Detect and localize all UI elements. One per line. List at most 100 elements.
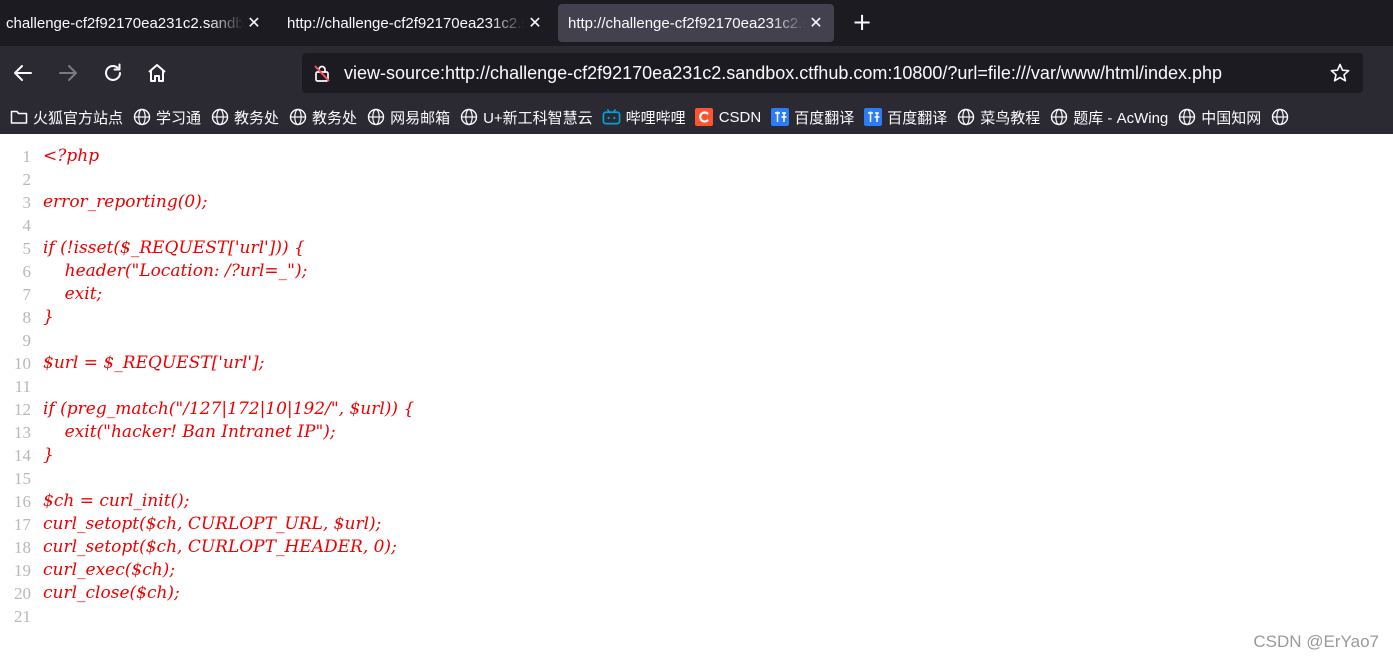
line-number: 1	[22, 147, 32, 166]
line-number: 8	[22, 308, 32, 327]
bookmark-label: CSDN	[718, 108, 762, 126]
close-icon[interactable]: ✕	[525, 13, 545, 33]
forward-icon[interactable]	[56, 61, 80, 85]
insecure-lock-icon[interactable]	[312, 63, 332, 83]
line-number: 21	[14, 607, 31, 626]
bookmark-label: 教务处	[234, 109, 280, 127]
line-number: 9	[22, 331, 32, 350]
source-line: 12 if (preg_match("/127|172|10|192/", $ur…	[0, 398, 1393, 421]
address-bar[interactable]: view-source:http://challenge-cf2f92170ea…	[302, 53, 1363, 93]
line-number: 14	[14, 446, 31, 465]
source-code: }	[43, 445, 54, 465]
bilibili-icon	[602, 108, 621, 127]
source-line: 18 curl_setopt($ch, CURLOPT_HEADER, 0);	[0, 536, 1393, 559]
source-code: curl_exec($ch);	[43, 560, 176, 580]
bookmark-item[interactable]: 百度翻译	[863, 107, 947, 128]
globe-icon	[210, 108, 229, 127]
source-line: 2	[0, 168, 1393, 191]
bookmark-item[interactable]: U+新工科智慧云	[459, 107, 593, 128]
tab-title: challenge-cf2f92170ea231c2.sandbox.ctfhu…	[6, 14, 244, 32]
line-number: 11	[14, 377, 31, 396]
globe-icon	[288, 108, 307, 127]
source-line: 13 exit("hacker! Ban Intranet IP");	[0, 421, 1393, 444]
bookmark-label: 火狐官方站点	[33, 109, 124, 127]
source-line: 21	[0, 605, 1393, 628]
tab-title: http://challenge-cf2f92170ea231c2.sandbo…	[568, 14, 806, 32]
line-number: 2	[22, 170, 32, 189]
url-text[interactable]: view-source:http://challenge-cf2f92170ea…	[344, 53, 1222, 93]
bookmark-label: 网易邮箱	[390, 109, 451, 127]
line-number: 7	[22, 285, 32, 304]
line-number: 12	[14, 400, 31, 419]
navigation-toolbar: view-source:http://challenge-cf2f92170ea…	[0, 46, 1393, 100]
globe-icon	[1049, 108, 1068, 127]
bookmark-item[interactable]: 教务处	[210, 107, 279, 128]
source-code: exit;	[43, 284, 103, 304]
bookmark-label: 百度翻译	[794, 109, 855, 127]
bookmark-label: 题库 - AcWing	[1073, 109, 1169, 127]
line-number: 5	[22, 239, 32, 258]
bookmark-label: U+新工科智慧云	[483, 109, 593, 127]
reload-icon[interactable]	[101, 61, 125, 85]
globe-icon	[132, 108, 151, 127]
bookmark-item[interactable]: 中国知网	[1177, 107, 1261, 128]
globe-icon	[1177, 108, 1196, 127]
source-line: 15	[0, 467, 1393, 490]
bookmark-item[interactable]: 百度翻译	[770, 107, 854, 128]
tab-strip: challenge-cf2f92170ea231c2.sandbox.ctfhu…	[0, 0, 1393, 46]
back-icon[interactable]	[11, 61, 35, 85]
source-code: error_reporting(0);	[43, 192, 208, 212]
close-icon[interactable]: ✕	[806, 13, 826, 33]
view-source-content: 1 <?php 2 3 error_reporting(0); 4 5 if (!is…	[0, 145, 1393, 628]
source-code: <?php	[43, 146, 100, 166]
tab-3-active[interactable]: http://challenge-cf2f92170ea231c2.sandbo…	[558, 4, 834, 42]
source-line: 9	[0, 329, 1393, 352]
source-line: 11	[0, 375, 1393, 398]
bookmark-item[interactable]: 学习通	[132, 107, 201, 128]
bookmark-label: 哔哩哔哩	[625, 109, 686, 127]
bookmark-item[interactable]: 教务处	[288, 107, 357, 128]
new-tab-button[interactable]: +	[848, 8, 876, 36]
bookmark-label: 菜鸟教程	[980, 109, 1041, 127]
source-code: exit("hacker! Ban Intranet IP");	[43, 422, 336, 442]
source-line: 7 exit;	[0, 283, 1393, 306]
source-line: 16 $ch = curl_init();	[0, 490, 1393, 513]
bookmark-item[interactable]	[1270, 108, 1294, 127]
globe-icon	[459, 108, 478, 127]
source-code: curl_setopt($ch, CURLOPT_URL, $url);	[43, 514, 382, 534]
bookmark-label: 学习通	[156, 109, 202, 127]
source-code: curl_setopt($ch, CURLOPT_HEADER, 0);	[43, 537, 397, 557]
source-line: 6 header("Location: /?url=_");	[0, 260, 1393, 283]
globe-icon	[366, 108, 385, 127]
bookmark-item[interactable]: 网易邮箱	[366, 107, 450, 128]
bookmark-item[interactable]: 菜鸟教程	[956, 107, 1040, 128]
line-number: 17	[14, 515, 31, 534]
bookmark-item[interactable]: CSDN	[695, 108, 762, 127]
tab-2[interactable]: http://challenge-cf2f92170ea231c2.sandbo…	[281, 4, 551, 42]
line-number: 15	[14, 469, 31, 488]
bookmark-star-icon[interactable]	[1329, 62, 1351, 84]
bookmark-item[interactable]: 题库 - AcWing	[1049, 107, 1168, 128]
tab-1[interactable]: challenge-cf2f92170ea231c2.sandbox.ctfhu…	[0, 4, 270, 42]
line-number: 4	[22, 216, 32, 235]
globe-icon	[1270, 108, 1289, 127]
csdn-icon	[695, 108, 714, 127]
source-code: if (preg_match("/127|172|10|192/", $url)…	[43, 399, 415, 419]
translate-icon	[863, 108, 882, 127]
globe-icon	[956, 108, 975, 127]
bookmark-item[interactable]: 火狐官方站点	[9, 107, 123, 128]
source-line: 3 error_reporting(0);	[0, 191, 1393, 214]
source-code: }	[43, 307, 54, 327]
close-icon[interactable]: ✕	[244, 13, 264, 33]
source-line: 4	[0, 214, 1393, 237]
source-line: 20 curl_close($ch);	[0, 582, 1393, 605]
home-icon[interactable]	[145, 61, 169, 85]
source-line: 8}	[0, 306, 1393, 329]
source-line: 1 <?php	[0, 145, 1393, 168]
bookmark-label: 百度翻译	[887, 109, 948, 127]
source-code: $ch = curl_init();	[43, 491, 190, 511]
source-line: 5 if (!isset($_REQUEST['url'])) {	[0, 237, 1393, 260]
bookmark-item[interactable]: 哔哩哔哩	[602, 107, 686, 128]
line-number: 20	[14, 584, 31, 603]
line-number: 19	[14, 561, 31, 580]
